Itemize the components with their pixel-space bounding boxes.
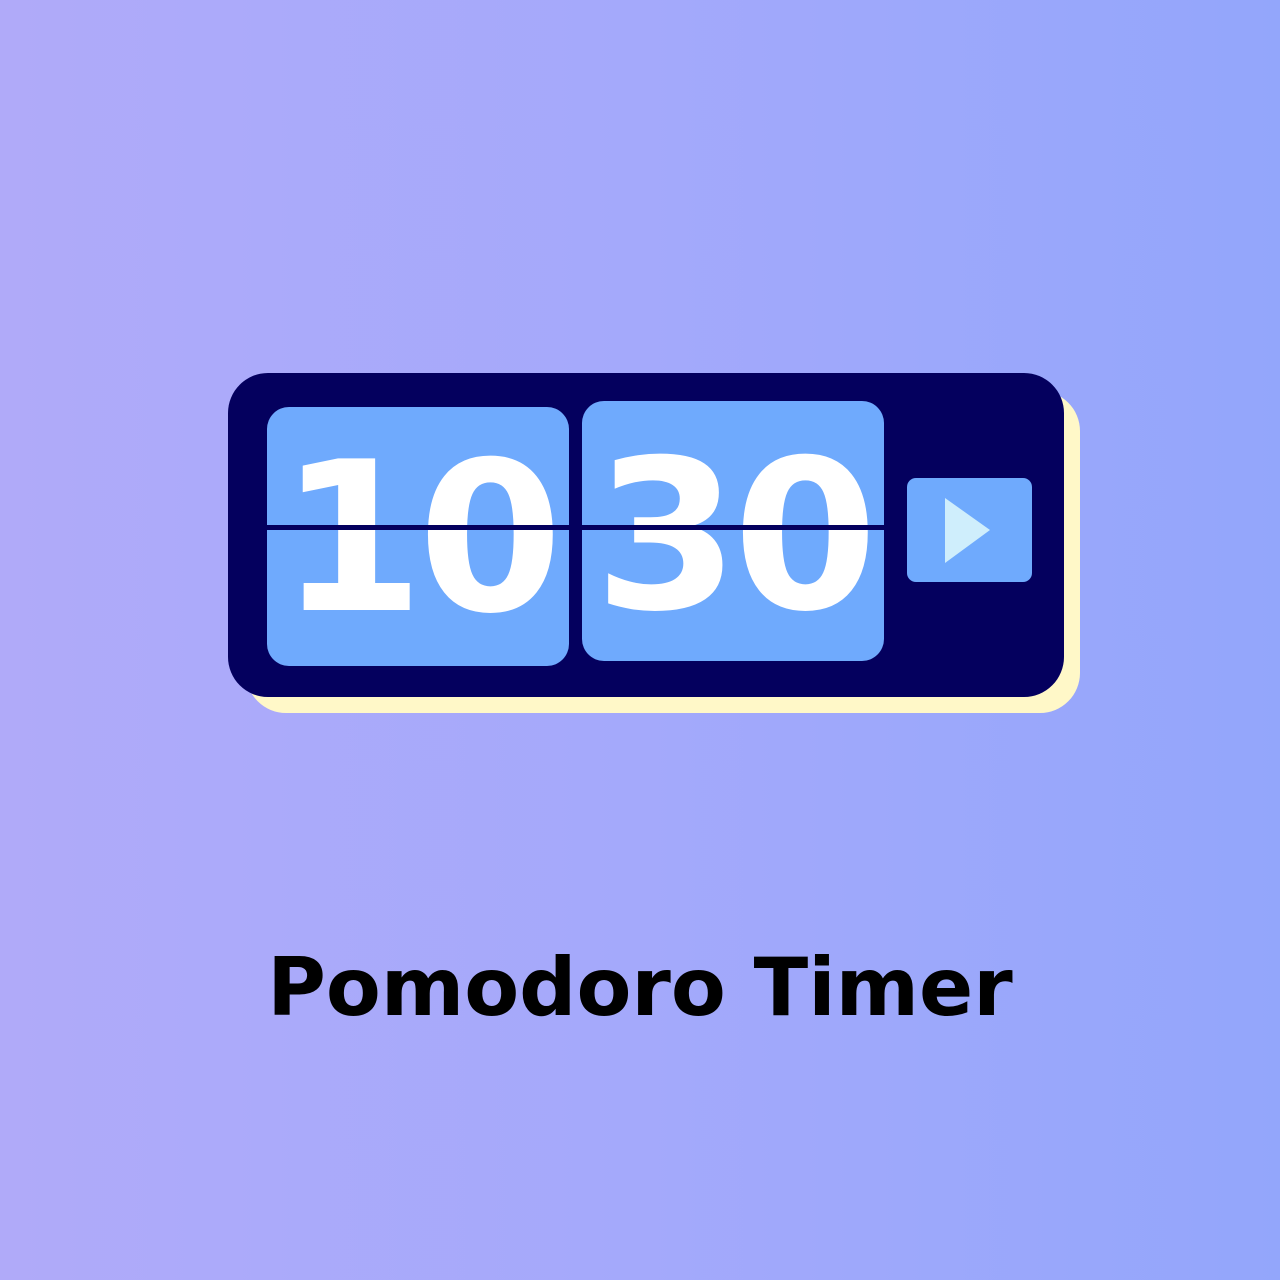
flip-timer: 10 30 [228, 373, 1080, 713]
app-title: Pomodoro Timer [267, 941, 1013, 1034]
hours-card: 10 [267, 407, 569, 666]
minutes-digits: 30 [594, 416, 877, 658]
minutes-card: 30 [582, 401, 884, 661]
play-button[interactable] [907, 478, 1032, 582]
flip-split-line [267, 525, 884, 530]
hours-digits: 10 [279, 417, 562, 660]
timer-body: 10 30 [228, 373, 1064, 697]
play-icon [945, 498, 990, 563]
